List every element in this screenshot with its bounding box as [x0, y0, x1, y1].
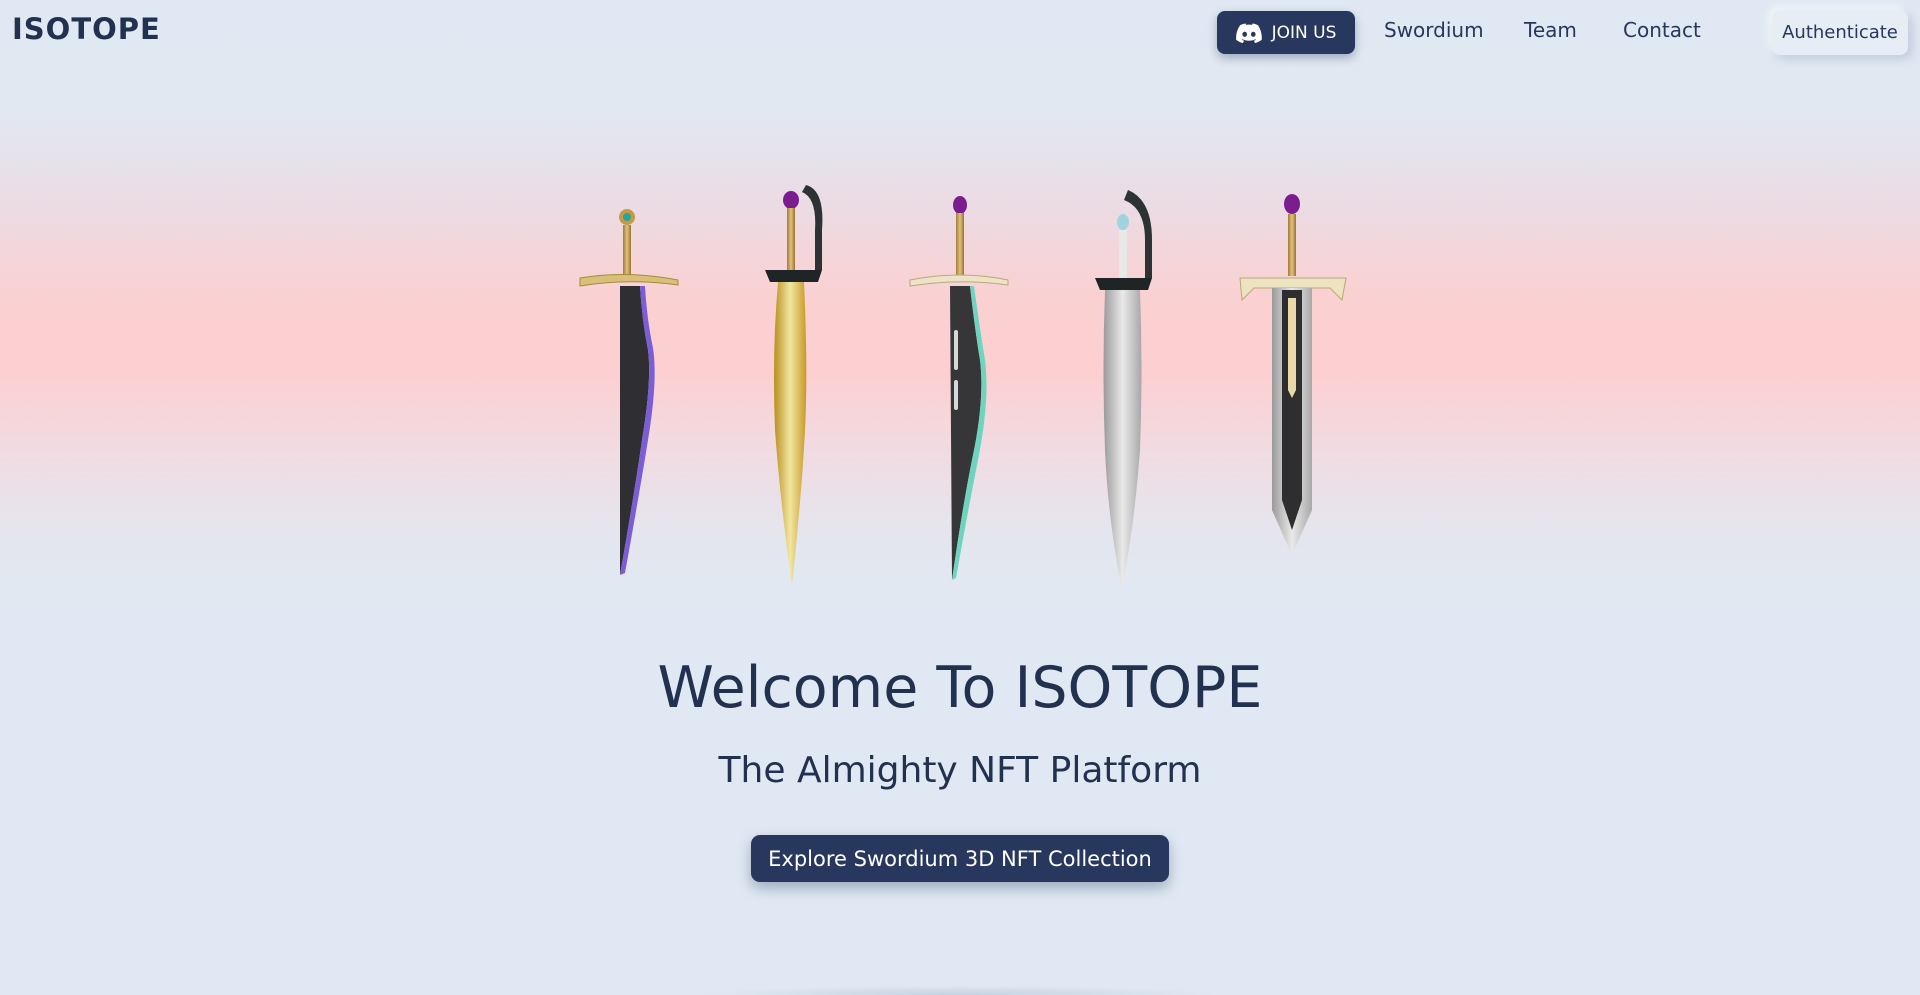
sword-4 [1095, 190, 1152, 590]
discord-icon [1235, 23, 1262, 43]
sword-3 [909, 196, 1009, 580]
hero-title: Welcome To ISOTOPE [657, 655, 1263, 721]
join-us-label: JOIN US [1271, 22, 1337, 43]
sword-2 [765, 185, 823, 585]
explore-collection-button[interactable]: Explore Swordium 3D NFT Collection [751, 835, 1169, 882]
top-navbar: ISOTOPE JOIN US Swordium Team Contact Au… [0, 0, 1920, 64]
sword-1 [579, 209, 679, 575]
brand-logo[interactable]: ISOTOPE [12, 12, 161, 46]
bottom-shadow [700, 985, 1220, 995]
join-us-button[interactable]: JOIN US [1217, 11, 1355, 54]
nav-link-contact[interactable]: Contact [1623, 18, 1701, 42]
sword-collection-illustration [579, 185, 1347, 590]
authenticate-button[interactable]: Authenticate [1772, 10, 1908, 55]
sword-5 [1239, 194, 1347, 555]
nav-link-swordium[interactable]: Swordium [1384, 18, 1484, 42]
nav-link-team[interactable]: Team [1524, 18, 1577, 42]
hero-subtitle: The Almighty NFT Platform [718, 750, 1202, 791]
